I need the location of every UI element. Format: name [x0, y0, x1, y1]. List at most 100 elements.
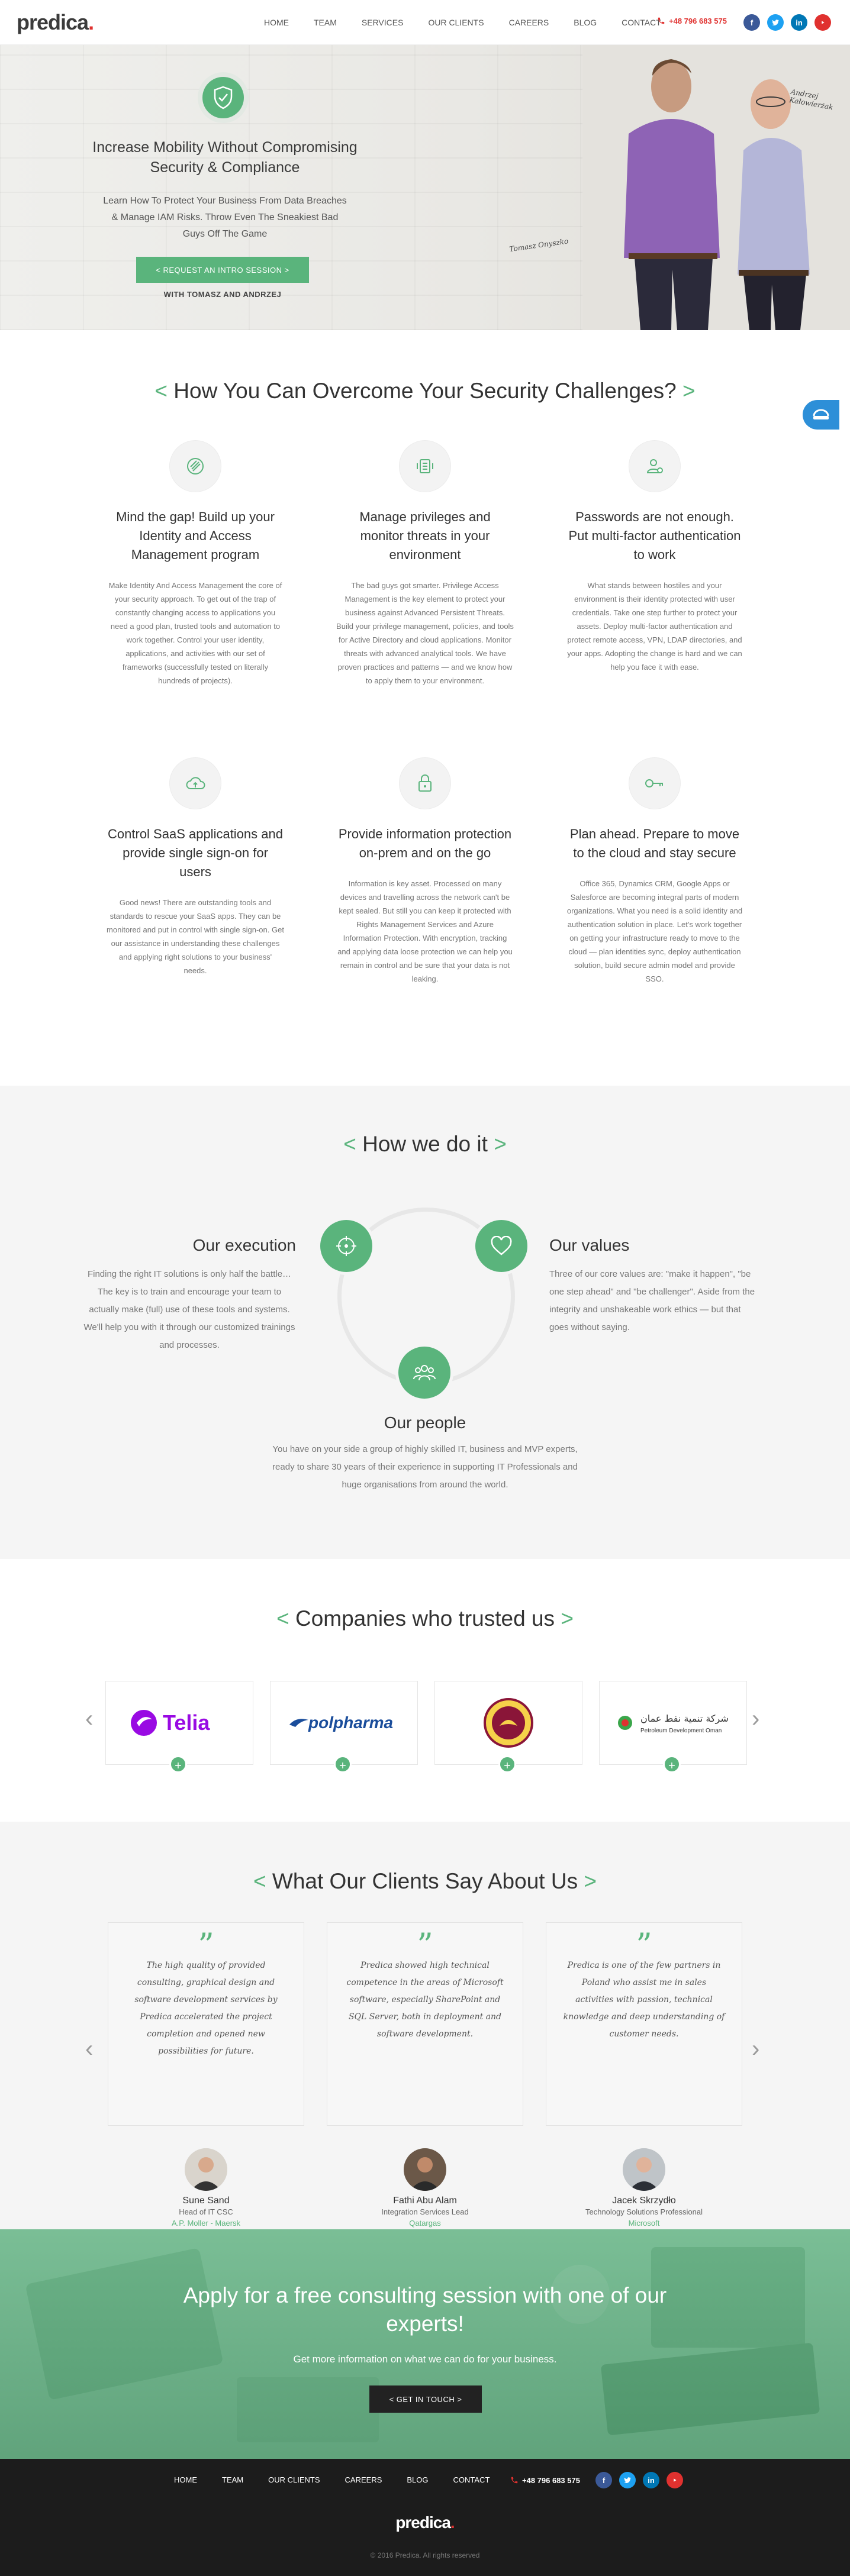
site-footer: HOME TEAM OUR CLIENTS CAREERS BLOG CONTA… — [0, 2459, 850, 2576]
execution-block: Our execution Finding the right IT solut… — [83, 1236, 296, 1354]
chat-widget-button[interactable] — [803, 400, 839, 430]
client-logo-qatar[interactable] — [434, 1681, 582, 1765]
svg-text:Telia: Telia — [163, 1710, 210, 1735]
people-icon — [413, 1365, 436, 1381]
people-node — [395, 1344, 453, 1402]
polpharma-logo: polpharma — [289, 1713, 393, 1732]
main-nav: HOME TEAM SERVICES OUR CLIENTS CAREERS B… — [264, 0, 686, 45]
client-logo-telia[interactable]: Telia — [105, 1681, 253, 1765]
client-plus-button[interactable]: + — [334, 1755, 352, 1773]
hero-shield-badge — [198, 72, 249, 123]
client-logo-polpharma[interactable]: polpharma — [270, 1681, 418, 1765]
companies-next-arrow[interactable]: › — [752, 1706, 759, 1732]
youtube-icon[interactable] — [667, 2472, 683, 2488]
footer-nav-our-clients[interactable]: OUR CLIENTS — [268, 2475, 320, 2484]
lock-icon — [399, 757, 451, 809]
values-node — [472, 1217, 530, 1275]
header-phone[interactable]: +48 796 683 575 — [657, 17, 727, 25]
facebook-icon[interactable]: f — [743, 14, 760, 31]
challenge-text: Information is key asset. Processed on m… — [337, 879, 513, 983]
people-block: Our people You have on your side a group… — [265, 1413, 585, 1494]
footer-nav-home[interactable]: HOME — [174, 2475, 197, 2484]
testimonial-card: ” Predica showed high technical competen… — [327, 1922, 523, 2126]
testimonial-person: Sune Sand Head of IT CSC A.P. Moller - M… — [117, 2148, 295, 2228]
nav-contact[interactable]: CONTACT — [622, 18, 661, 27]
testimonial-card: ” The high quality of provided consultin… — [108, 1922, 304, 2126]
shield-check-icon — [214, 86, 233, 109]
telia-logo: Telia — [131, 1710, 210, 1736]
cta-text: Get more information on what we can do f… — [293, 2354, 557, 2365]
logo-dot: . — [88, 9, 94, 34]
companies-prev-arrow[interactable]: ‹ — [85, 1706, 93, 1732]
nav-blog[interactable]: BLOG — [574, 18, 597, 27]
execution-heading: Our execution — [192, 1236, 296, 1254]
footer-nav-careers[interactable]: CAREERS — [345, 2475, 382, 2484]
header-socials: f in — [743, 14, 831, 31]
facebook-icon[interactable]: f — [595, 2472, 612, 2488]
values-text: Three of our core values are: "make it h… — [549, 1269, 755, 1332]
person-role: Technology Solutions Professional — [585, 2207, 703, 2216]
testimonial-quote: The high quality of provided consulting,… — [134, 1961, 278, 2056]
nav-our-clients[interactable]: OUR CLIENTS — [428, 18, 484, 27]
client-logo-pdo[interactable]: شركة تنمية نفط عمان Petroleum Development… — [599, 1681, 747, 1765]
footer-phone[interactable]: +48 796 683 575 — [510, 2476, 580, 2485]
hero-title: Increase Mobility Without Compromising S… — [92, 139, 358, 176]
person-role: Integration Services Lead — [381, 2207, 469, 2216]
footer-nav-contact[interactable]: CONTACT — [453, 2475, 490, 2484]
get-in-touch-button[interactable]: < GET IN TOUCH > — [369, 2385, 482, 2413]
person-company-link[interactable]: A.P. Moller - Maersk — [117, 2219, 295, 2228]
twitter-icon[interactable] — [619, 2472, 636, 2488]
people-text: You have on your side a group of highly … — [272, 1444, 578, 1490]
person-company-link[interactable]: Microsoft — [555, 2219, 733, 2228]
youtube-icon[interactable] — [814, 14, 831, 31]
footer-logo[interactable]: predica. — [0, 2513, 850, 2532]
footer-nav-blog[interactable]: BLOG — [407, 2475, 428, 2484]
challenge-item: Passwords are not enough. Put multi-fact… — [566, 440, 743, 674]
client-plus-button[interactable]: + — [169, 1755, 187, 1773]
twitter-icon[interactable] — [767, 14, 784, 31]
client-plus-button[interactable]: + — [498, 1755, 516, 1773]
avatar — [623, 2148, 665, 2191]
person-name: Fathi Abu Alam — [393, 2196, 457, 2206]
cta-tint — [0, 2229, 850, 2459]
challenge-heading: Mind the gap! Build up your Identity and… — [116, 509, 275, 562]
logo[interactable]: predica. — [17, 10, 94, 35]
challenges-title: < How You Can Overcome Your Security Cha… — [154, 379, 696, 403]
person-role: Head of IT CSC — [179, 2207, 233, 2216]
footer-nav: HOME TEAM OUR CLIENTS CAREERS BLOG CONTA… — [174, 2475, 514, 2484]
person-company-link[interactable]: Qatargas — [336, 2219, 514, 2228]
nav-home[interactable]: HOME — [264, 18, 289, 27]
target-icon — [336, 1236, 356, 1256]
cta-section: Apply for a free consulting session with… — [0, 2229, 850, 2459]
testimonials-title: < What Our Clients Say About Us > — [253, 1869, 597, 1893]
values-block: Our values Three of our core values are:… — [549, 1236, 762, 1337]
client-plus-button[interactable]: + — [663, 1755, 681, 1773]
key-icon — [629, 757, 681, 809]
testimonials-next-arrow[interactable]: › — [752, 2036, 759, 2062]
linkedin-icon[interactable]: in — [643, 2472, 659, 2488]
testimonial-card: ” Predica is one of the few partners in … — [546, 1922, 742, 2126]
testimonial-quote: Predica showed high technical competence… — [346, 1961, 504, 2039]
request-intro-session-button[interactable]: < REQUEST AN INTRO SESSION > — [136, 257, 309, 283]
chat-icon — [813, 409, 829, 419]
execution-text: Finding the right IT solutions is only h… — [83, 1269, 295, 1350]
user-auth-icon — [629, 440, 681, 492]
challenge-text: Make Identity And Access Management the … — [108, 581, 282, 685]
nav-services[interactable]: SERVICES — [362, 18, 404, 27]
nav-careers[interactable]: CAREERS — [509, 18, 549, 27]
footer-nav-team[interactable]: TEAM — [222, 2475, 243, 2484]
hero-section: Increase Mobility Without Compromising S… — [0, 45, 850, 330]
how-we-do-it-section: < How we do it > Our execution Finding t… — [0, 1086, 850, 1559]
testimonial-person: Fathi Abu Alam Integration Services Lead… — [336, 2148, 514, 2228]
pdo-logo: شركة تنمية نفط عمان Petroleum Development… — [618, 1713, 729, 1734]
challenge-text: The bad guys got smarter. Privilege Acce… — [336, 581, 514, 685]
nav-team[interactable]: TEAM — [314, 18, 337, 27]
footer-phone-number: +48 796 683 575 — [522, 2476, 580, 2485]
testimonials-prev-arrow[interactable]: ‹ — [85, 2036, 93, 2062]
challenges-section: < How You Can Overcome Your Security Cha… — [0, 330, 850, 1086]
challenge-item: Control SaaS applications and provide si… — [107, 757, 284, 977]
challenge-text: What stands between hostiles and your en… — [567, 581, 742, 672]
linkedin-icon[interactable]: in — [791, 14, 807, 31]
footer-copyright: © 2016 Predica. All rights reserved — [370, 2551, 480, 2559]
challenge-text: Good news! There are outstanding tools a… — [107, 898, 284, 975]
